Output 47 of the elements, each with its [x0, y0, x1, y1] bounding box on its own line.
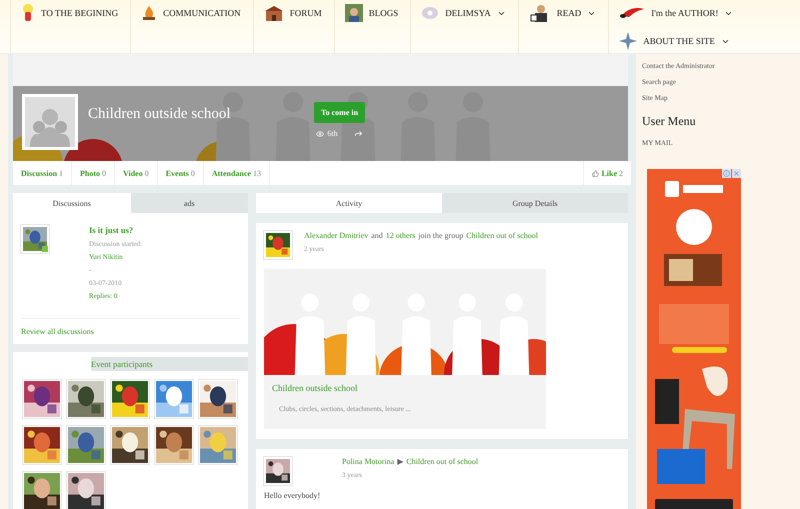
group-title: Children outside school — [88, 106, 232, 124]
nav-icon — [21, 4, 35, 22]
participants-title: Event participants — [91, 357, 248, 371]
tab[interactable]: Discussions — [13, 193, 130, 213]
info-icon[interactable] — [722, 169, 731, 178]
nav-icon — [619, 7, 646, 19]
nav-item[interactable]: ABOUT THE SITE — [609, 30, 742, 52]
nav-item[interactable]: DELIMSYA — [411, 2, 518, 24]
stat-link[interactable]: Video 0 — [115, 161, 158, 185]
activity-text: join the group — [418, 231, 464, 240]
activity-link[interactable]: Children out of school — [406, 457, 478, 466]
post-text: Hello everybody! — [264, 491, 322, 500]
tab[interactable]: Group Details — [442, 193, 628, 213]
review-link[interactable]: Review all discussions — [21, 327, 240, 336]
nav-icon — [264, 5, 284, 21]
group-avatar — [22, 94, 78, 150]
like-button[interactable]: Like 2 — [583, 161, 631, 185]
activity-text: ▶ — [397, 457, 404, 466]
close-icon[interactable] — [732, 169, 741, 178]
nav-item[interactable]: BLOGS — [334, 2, 410, 24]
nav-icon — [344, 4, 363, 22]
nav-item[interactable]: I'm the AUTHOR! — [609, 2, 746, 24]
stat-link[interactable]: Discussion 1 — [13, 161, 72, 185]
share-icon[interactable] — [354, 129, 363, 138]
nav-item[interactable]: COMMUNICATION — [131, 2, 253, 24]
activity-text: and — [371, 231, 383, 240]
nav-item[interactable]: TO THE BEGINING — [11, 2, 130, 24]
stat-link[interactable]: Events 0 — [158, 161, 204, 185]
activity-link[interactable]: 12 others — [386, 231, 416, 240]
nav-item[interactable]: FORUM — [254, 2, 334, 24]
tab[interactable]: Activity — [256, 193, 442, 213]
activity-link[interactable]: Polina Motorina — [342, 457, 394, 466]
stat-link[interactable]: Photo 0 — [72, 161, 116, 185]
nav-icon — [421, 5, 440, 21]
stat-link[interactable]: Attendance 13 — [204, 161, 270, 185]
thumbs-up-icon — [592, 170, 600, 176]
join-button[interactable]: To come in — [314, 102, 366, 123]
nav-item[interactable]: READ — [518, 2, 608, 24]
activity-link[interactable]: Alexander Dmitriev — [304, 231, 368, 240]
attachment-title[interactable]: Children outside school — [272, 383, 538, 393]
sidebar-heading: User Menu — [642, 114, 697, 129]
discussion-title[interactable]: Is it just us? — [89, 225, 142, 235]
tab[interactable]: ads — [130, 193, 248, 213]
nav-icon — [619, 32, 638, 50]
nav-icon — [141, 5, 158, 21]
view-count: 6th — [316, 129, 338, 138]
activity-link[interactable]: Children out of school — [466, 231, 538, 240]
